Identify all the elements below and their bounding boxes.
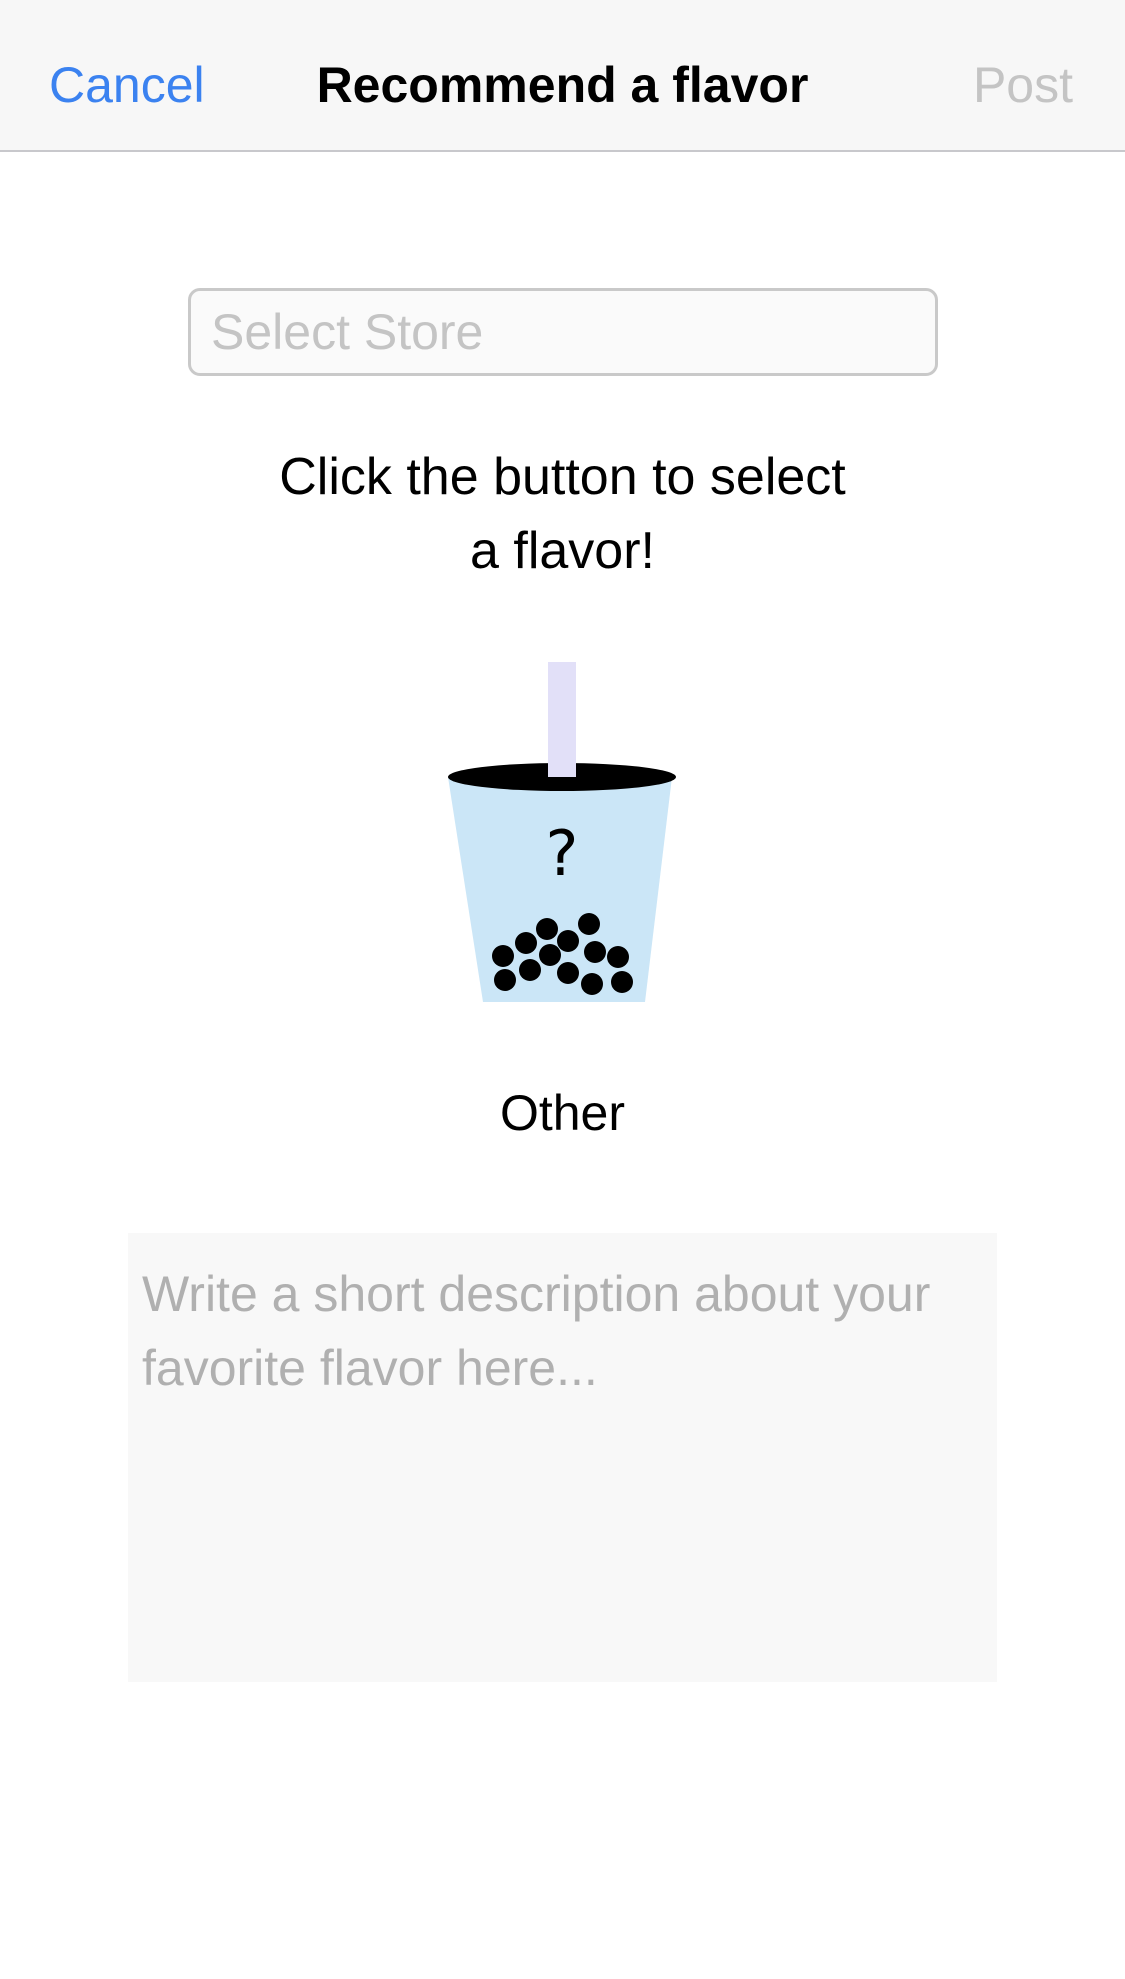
post-button[interactable]: Post	[973, 52, 1073, 118]
straw	[548, 662, 576, 777]
bubble-tea-cup-icon: ?	[448, 662, 676, 1002]
instruction-line-2: a flavor!	[470, 522, 655, 580]
question-mark: ?	[546, 817, 579, 890]
instruction-line-1: Click the button to select	[279, 448, 846, 506]
page-title: Recommend a flavor	[316, 57, 809, 113]
description-textarea[interactable]	[128, 1233, 997, 1682]
navigation-bar: Cancel Recommend a flavor Post	[0, 0, 1125, 152]
instruction-text: Click the button to select a flavor!	[0, 440, 1125, 588]
select-store-field[interactable]	[188, 288, 938, 376]
flavor-name-label: Other	[499, 1085, 626, 1141]
select-flavor-button[interactable]: ?	[440, 655, 685, 1007]
